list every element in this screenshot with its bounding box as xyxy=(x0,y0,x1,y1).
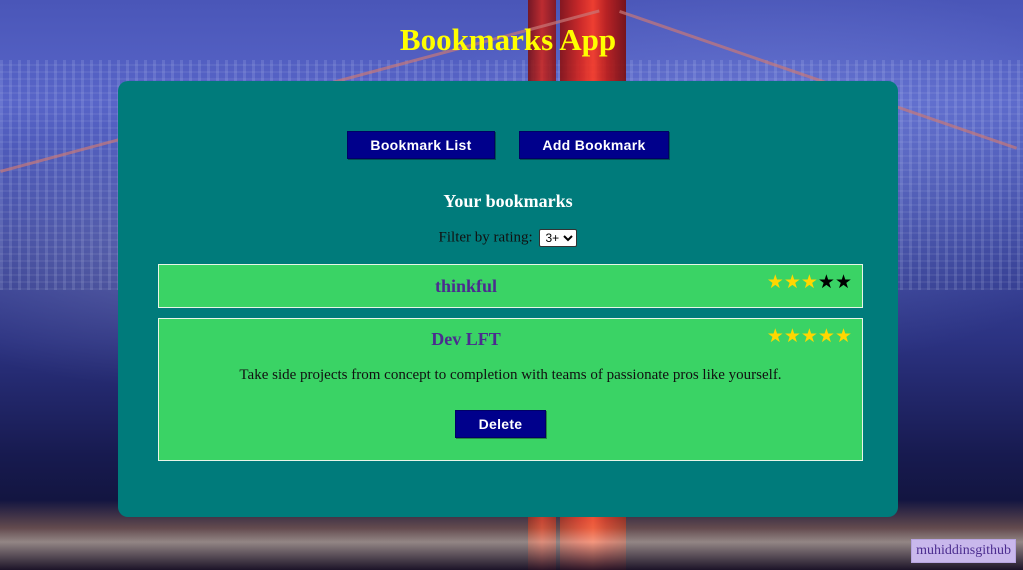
bookmark-rating: ★★★★★ xyxy=(767,273,852,292)
add-bookmark-button[interactable]: Add Bookmark xyxy=(519,131,669,159)
bookmark-rating: ★★★★★ xyxy=(767,327,852,346)
bookmark-description: Take side projects from concept to compl… xyxy=(239,367,782,383)
bookmark-item[interactable]: thinkful ★★★★★ xyxy=(158,264,863,308)
delete-button[interactable]: Delete xyxy=(455,410,546,438)
bookmark-title[interactable]: thinkful xyxy=(159,276,773,297)
rating-filter-select[interactable]: 3+ xyxy=(539,229,578,247)
star-filled-icon: ★ xyxy=(834,325,852,347)
bookmark-title[interactable]: Dev LFT xyxy=(159,329,773,350)
bookmarks-heading: Your bookmarks xyxy=(443,191,573,211)
star-filled-icon: ★ xyxy=(800,325,818,347)
star-empty-icon: ★ xyxy=(834,271,852,293)
star-filled-icon: ★ xyxy=(783,271,801,293)
main-panel: Bookmark List Add Bookmark Your bookmark… xyxy=(118,81,898,517)
star-filled-icon: ★ xyxy=(766,325,784,347)
app-title: Bookmarks App xyxy=(399,22,617,57)
star-filled-icon: ★ xyxy=(783,325,801,347)
star-filled-icon: ★ xyxy=(766,271,784,293)
star-filled-icon: ★ xyxy=(800,271,818,293)
bookmark-list-button[interactable]: Bookmark List xyxy=(347,131,495,159)
github-badge[interactable]: muhiddinsgithub xyxy=(911,539,1016,563)
star-empty-icon: ★ xyxy=(817,271,835,293)
star-filled-icon: ★ xyxy=(817,325,835,347)
rating-filter: Filter by rating: 3+ xyxy=(118,229,898,247)
bookmark-item-expanded[interactable]: Dev LFT ★★★★★ Take side projects from co… xyxy=(158,318,863,461)
nav-bar: Bookmark List Add Bookmark xyxy=(118,131,898,159)
filter-label: Filter by rating: xyxy=(438,229,533,246)
